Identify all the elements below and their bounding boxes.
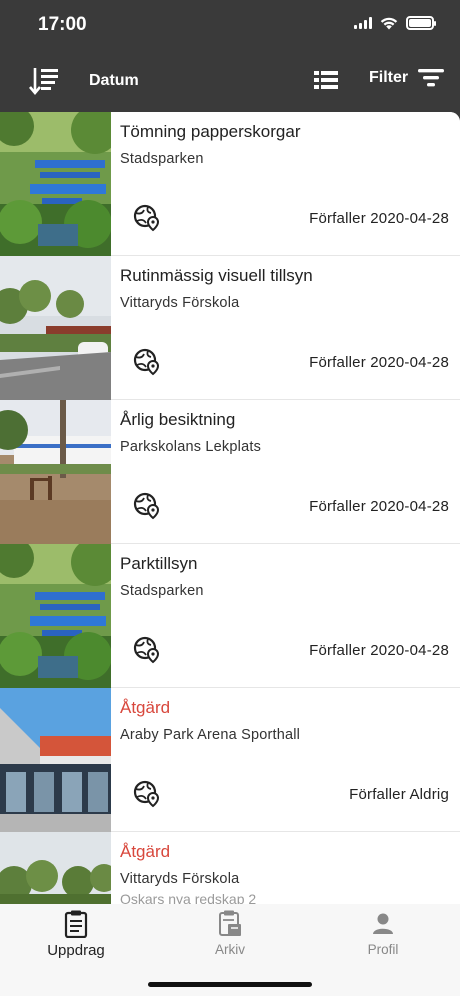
task-photo-park-fountain <box>0 544 111 688</box>
task-place: Parkskolans Lekplats <box>120 439 262 455</box>
task-due-date: Förfaller 2020-04-28 <box>309 210 449 227</box>
task-card[interactable]: Årlig besiktning Parkskolans Lekplats Fö… <box>0 400 460 544</box>
task-photo-playground <box>0 400 111 544</box>
task-place: Stadsparken <box>120 583 204 599</box>
task-subtitle: Oskars nya redskap 2 <box>120 891 257 904</box>
task-card[interactable]: Rutinmässig visuell tillsyn Vittaryds Fö… <box>0 256 460 400</box>
task-title: Parktillsyn <box>120 554 198 573</box>
task-due-date: Förfaller 2020-04-28 <box>309 642 449 659</box>
tab-profil[interactable]: Profil <box>323 910 443 968</box>
map-pin-globe-icon[interactable] <box>133 348 161 376</box>
sort-descending-icon <box>29 68 58 96</box>
filter-button[interactable]: Filter <box>369 66 445 90</box>
sort-button[interactable] <box>28 66 62 96</box>
map-pin-globe-icon[interactable] <box>133 780 161 808</box>
task-due-date: Förfaller Aldrig <box>349 786 449 803</box>
list-view-button[interactable] <box>314 70 338 90</box>
task-title: Åtgärd <box>120 698 171 717</box>
map-pin-globe-icon[interactable] <box>133 492 161 520</box>
sort-label[interactable]: Datum <box>89 72 139 90</box>
home-indicator[interactable] <box>148 982 312 987</box>
map-pin-globe-icon[interactable] <box>133 636 161 664</box>
task-title: Rutinmässig visuell tillsyn <box>120 266 313 285</box>
tab-label: Profil <box>367 942 399 957</box>
tab-arkiv[interactable]: Arkiv <box>170 910 290 968</box>
task-list[interactable]: Tömning papperskorgar Stadsparken Förfal… <box>0 112 460 904</box>
status-bar: 17:00 <box>0 0 460 50</box>
task-card[interactable]: Åtgärd Vittaryds Förskola Oskars nya red… <box>0 832 460 904</box>
task-place: Araby Park Arena Sporthall <box>120 727 301 743</box>
task-title: Årlig besiktning <box>120 410 236 429</box>
nav-bar: Datum Filter <box>0 50 460 112</box>
status-icons <box>354 16 436 30</box>
archive-icon <box>219 910 241 936</box>
task-title: Tömning papperskorgar <box>120 122 301 141</box>
task-photo-preschool-parking <box>0 256 111 400</box>
battery-icon <box>406 16 436 30</box>
filter-label: Filter <box>369 69 409 86</box>
task-due-date: Förfaller 2020-04-28 <box>309 354 449 371</box>
task-due-date: Förfaller 2020-04-28 <box>309 498 449 515</box>
task-card[interactable]: Parktillsyn Stadsparken Förfaller 2020-0… <box>0 544 460 688</box>
clipboard-icon <box>64 910 88 938</box>
person-icon <box>373 913 393 934</box>
tab-label: Arkiv <box>215 942 245 957</box>
task-place: Stadsparken <box>120 151 204 167</box>
task-card[interactable]: Åtgärd Araby Park Arena Sporthall Förfal… <box>0 688 460 832</box>
list-view-icon <box>314 71 338 89</box>
filter-icon <box>418 69 445 87</box>
task-place: Vittaryds Förskola <box>120 871 240 887</box>
task-place: Vittaryds Förskola <box>120 295 240 311</box>
status-time: 17:00 <box>38 14 87 35</box>
tab-bar: Uppdrag Arkiv Profil <box>0 904 460 996</box>
signal-icon <box>354 17 372 29</box>
task-photo-preschool-trees <box>0 832 111 904</box>
task-card[interactable]: Tömning papperskorgar Stadsparken Förfal… <box>0 112 460 256</box>
task-photo-park-fountain <box>0 112 111 256</box>
task-title: Åtgärd <box>120 842 171 861</box>
wifi-icon <box>380 17 398 29</box>
tab-label: Uppdrag <box>47 942 105 959</box>
map-pin-globe-icon[interactable] <box>133 204 161 232</box>
task-photo-sports-hall <box>0 688 111 832</box>
tab-uppdrag[interactable]: Uppdrag <box>16 910 136 968</box>
